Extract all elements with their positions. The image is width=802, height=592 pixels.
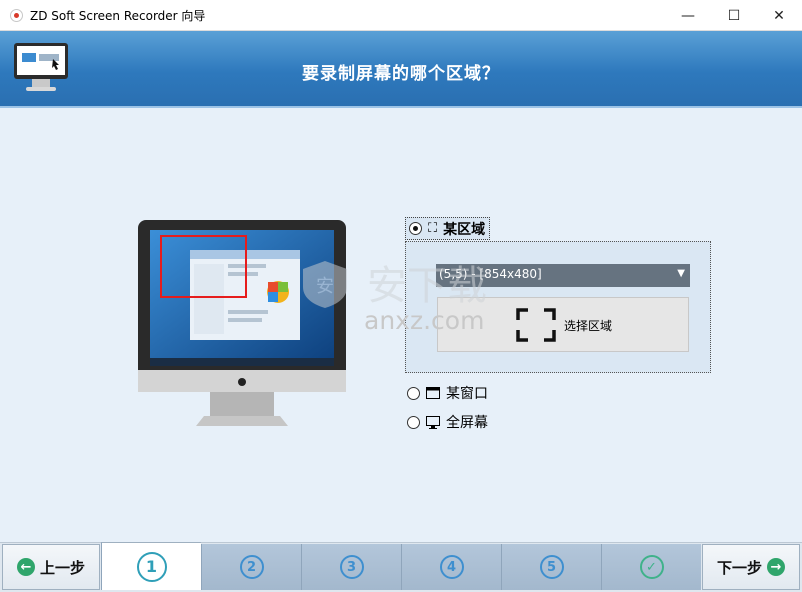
page-title: 要录制屏幕的哪个区域？ <box>302 64 500 84</box>
option-window[interactable]: 某窗口 <box>407 383 488 403</box>
step-tab-5[interactable]: 5 <box>501 544 601 590</box>
next-button[interactable]: 下一步 → <box>702 544 800 590</box>
option-region[interactable]: ⛶ 某区域 <box>405 217 491 240</box>
window-radio[interactable] <box>407 386 420 400</box>
prev-button[interactable]: ← 上一步 <box>2 544 100 590</box>
minimize-button[interactable]: — <box>665 0 711 31</box>
select-region-label: 选择区域 <box>564 319 613 333</box>
step-number: 3 <box>339 555 364 579</box>
window-icon <box>426 387 440 399</box>
window-title: ZD Soft Screen Recorder 向导 <box>30 9 206 23</box>
arrow-right-icon: → <box>767 558 785 576</box>
dropdown-arrow-icon[interactable]: ▼ <box>677 268 685 279</box>
prev-button-label: 上一步 <box>39 558 85 577</box>
selection-rectangle <box>160 235 247 298</box>
region-bracket-icon: ⛶ <box>428 221 438 236</box>
region-radio[interactable] <box>409 222 422 235</box>
region-option-label: 某区域 <box>443 221 486 238</box>
title-bar: ZD Soft Screen Recorder 向导 — ☐ ✕ <box>0 0 802 31</box>
fullscreen-option-label: 全屏幕 <box>446 415 488 431</box>
select-region-icon <box>516 308 556 342</box>
step-number: 4 <box>439 555 464 579</box>
fullscreen-radio[interactable] <box>407 415 420 429</box>
checkmark-icon: ✓ <box>639 555 664 579</box>
step-tab-4[interactable]: 4 <box>401 544 501 590</box>
step-tab-finish[interactable]: ✓ <box>601 544 701 590</box>
watermark-logo-icon: 安 安下载 <box>303 261 487 309</box>
step-number: 1 <box>136 551 167 582</box>
watermark-url: anxz.com <box>364 306 485 335</box>
step-tab-3[interactable]: 3 <box>301 544 401 590</box>
svg-text:安: 安 <box>316 276 334 297</box>
arrow-left-icon: ← <box>16 558 35 576</box>
maximize-button[interactable]: ☐ <box>711 0 757 31</box>
step-number: 2 <box>239 555 264 579</box>
step-tab-1[interactable]: 1 <box>101 542 201 590</box>
app-record-icon <box>10 9 23 22</box>
next-button-label: 下一步 <box>716 558 762 577</box>
window-option-label: 某窗口 <box>446 386 488 402</box>
step-number: 5 <box>539 555 564 579</box>
step-tab-2[interactable]: 2 <box>201 544 301 590</box>
close-button[interactable]: ✕ <box>756 0 802 31</box>
svg-text:安下载: 安下载 <box>367 263 487 309</box>
header-banner: 要录制屏幕的哪个区域？ <box>0 31 802 108</box>
monitor-icon <box>426 415 440 429</box>
option-fullscreen[interactable]: 全屏幕 <box>407 412 488 432</box>
